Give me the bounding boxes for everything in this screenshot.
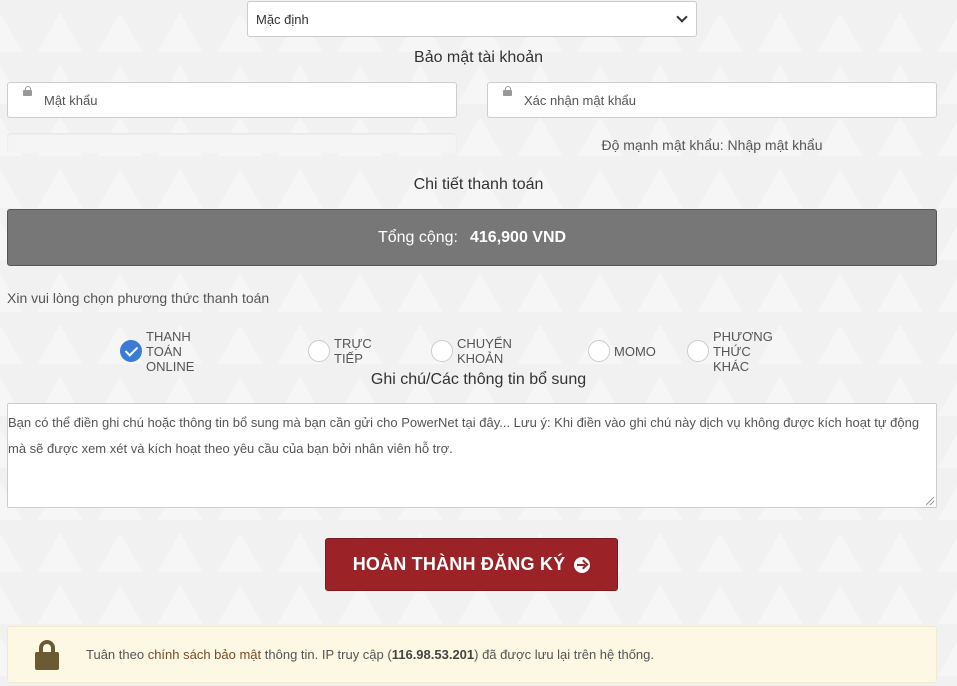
submit-label: HOÀN THÀNH ĐĂNG KÝ xyxy=(352,554,566,574)
password-strength-label: Độ mạnh mật khẩu: Nhập mật khẩu xyxy=(601,137,823,153)
notes-title: Ghi chú/Các thông tin bổ sung xyxy=(370,371,587,388)
password-placeholder: Mật khẩu xyxy=(44,92,98,108)
complete-registration-button[interactable]: HOÀN THÀNH ĐĂNG KÝ xyxy=(325,538,618,591)
ip-address: 116.98.53.201 xyxy=(391,647,475,662)
payment-details-title: Chi tiết thanh toán xyxy=(413,176,544,193)
payment-option-transfer[interactable]: CHUYỂN KHOẢN xyxy=(431,336,512,366)
total-amount: 416,900 VND xyxy=(470,228,567,246)
notice-middle: thông tin. IP truy cập ( xyxy=(261,647,392,662)
confirm-password-placeholder: Xác nhận mật khẩu xyxy=(524,92,637,108)
lock-icon xyxy=(23,86,32,96)
arrow-circle-right-icon xyxy=(574,556,591,573)
payment-option-label: MOMO xyxy=(614,343,656,359)
lock-icon xyxy=(35,639,59,670)
password-strength-bar xyxy=(7,133,457,153)
lock-icon xyxy=(503,86,512,96)
confirm-password-field[interactable]: Xác nhận mật khẩu xyxy=(487,82,937,118)
billing-cycle-select[interactable]: Mặc định xyxy=(247,1,697,37)
privacy-notice: Tuân theo chính sách bảo mật thông tin. … xyxy=(7,626,937,683)
password-field[interactable]: Mật khẩu xyxy=(7,82,457,118)
radio-icon[interactable] xyxy=(431,340,453,362)
chevron-down-icon xyxy=(676,11,688,23)
payment-method-prompt: Xin vui lòng chọn phương thức thanh toán xyxy=(7,290,270,306)
payment-option-label: PHƯƠNG THỨC KHÁC xyxy=(713,328,773,374)
payment-option-other[interactable]: PHƯƠNG THỨC KHÁC xyxy=(687,329,773,374)
payment-option-direct[interactable]: TRỰC TIẾP xyxy=(308,336,372,366)
billing-cycle-selected: Mặc định xyxy=(256,11,309,27)
payment-option-label: THANH TOÁN ONLINE xyxy=(146,328,195,374)
radio-icon[interactable] xyxy=(588,340,610,362)
payment-option-label: CHUYỂN KHOẢN xyxy=(457,336,512,366)
radio-checked-icon[interactable] xyxy=(120,340,142,362)
notice-prefix: Tuân theo xyxy=(86,647,148,662)
payment-option-online[interactable]: THANH TOÁN ONLINE xyxy=(120,329,194,374)
radio-icon[interactable] xyxy=(308,340,330,362)
radio-icon[interactable] xyxy=(687,340,709,362)
notice-suffix: ) đã được lưu lại trên hệ thống. xyxy=(474,647,655,662)
privacy-policy-link[interactable]: chính sách bảo mật xyxy=(148,647,261,662)
total-summary: Tổng cộng: 416,900 VND xyxy=(7,209,937,266)
payment-option-label: TRỰC TIẾP xyxy=(334,336,372,366)
notes-textarea[interactable]: Bạn có thể điền ghi chú hoặc thông tin b… xyxy=(7,403,937,508)
payment-option-momo[interactable]: MOMO xyxy=(588,339,656,363)
resize-grip-icon[interactable] xyxy=(926,497,934,505)
account-security-title: Bảo mật tài khoản xyxy=(414,49,543,66)
total-label: Tổng cộng: xyxy=(377,228,458,246)
notes-placeholder: Bạn có thể điền ghi chú hoặc thông tin b… xyxy=(8,415,920,456)
privacy-notice-text: Tuân theo chính sách bảo mật thông tin. … xyxy=(86,647,654,662)
